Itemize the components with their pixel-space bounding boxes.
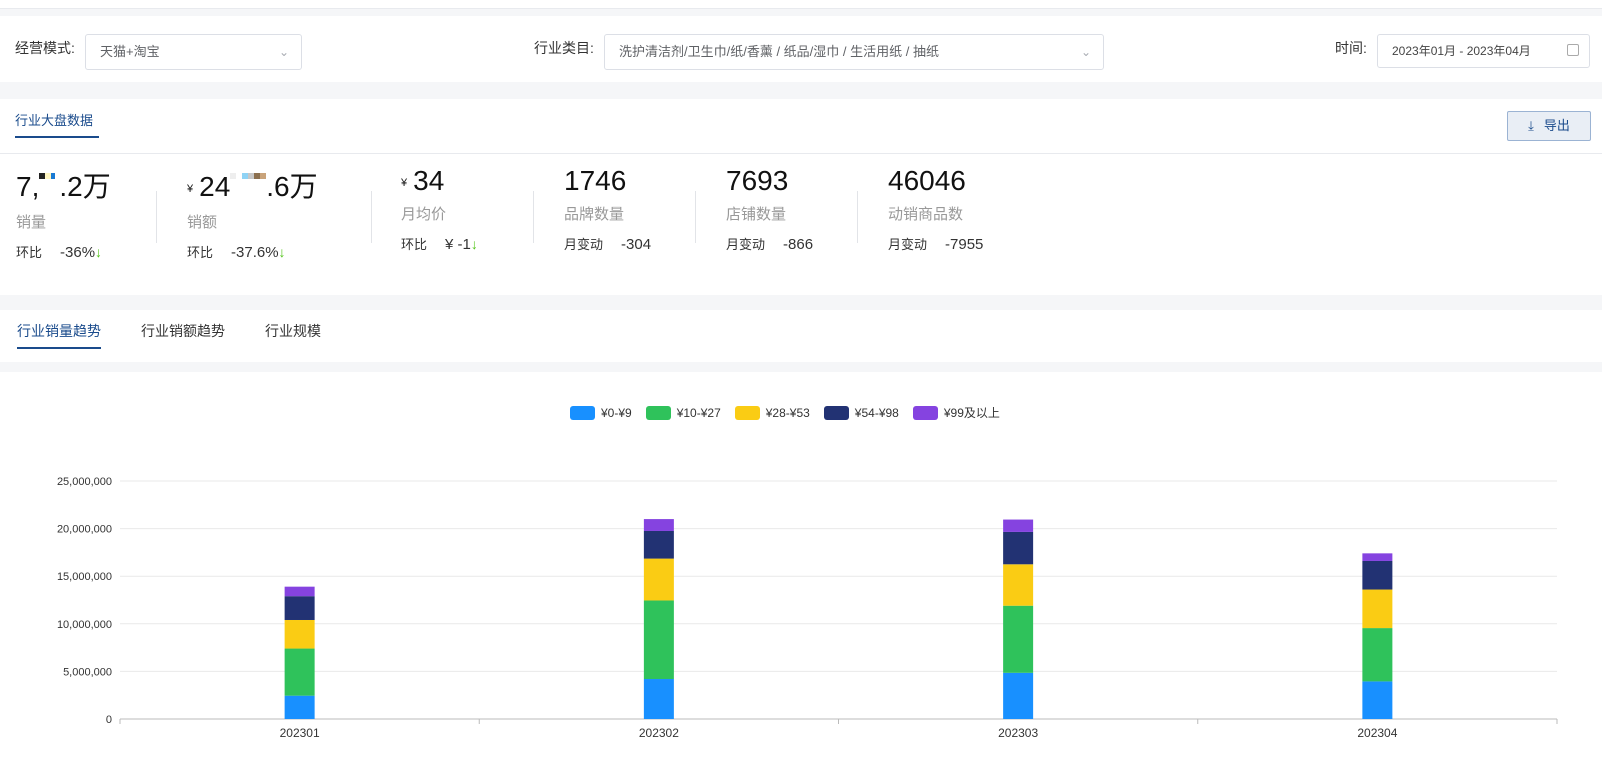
- tab-industry-scale[interactable]: 行业规模: [265, 321, 321, 341]
- stat-divider: [371, 191, 372, 243]
- arrow-down-icon: ↓: [278, 244, 286, 260]
- stat-avg-price: ¥34 月均价 环比 ¥ -1↓: [401, 165, 478, 253]
- stat-change: 月变动 -7955: [888, 236, 984, 253]
- legend-swatch: [570, 405, 595, 420]
- legend-item[interactable]: ¥99及以上: [912, 404, 1000, 421]
- stat-label: 店铺数量: [726, 206, 787, 223]
- date-range-value: 2023年01月 - 2023年04月: [1392, 44, 1531, 58]
- export-label: 导出: [1543, 118, 1570, 133]
- legend-swatch: [645, 405, 671, 420]
- chevron-down-icon: ⌄: [1080, 45, 1091, 59]
- stat-change: 环比 -37.6%↓: [187, 244, 286, 261]
- mode-label: 经营模式:: [15, 40, 75, 56]
- stat-value: ¥34: [401, 165, 445, 196]
- legend-item[interactable]: ¥0-¥9: [570, 404, 632, 421]
- stat-shop-count: 7693 店铺数量 月变动 -866: [726, 165, 813, 253]
- arrow-down-icon: ↓: [470, 236, 478, 252]
- stat-divider: [695, 191, 696, 243]
- stat-divider: [857, 191, 858, 243]
- trend-tabs-panel: [0, 310, 1602, 362]
- arrow-down-icon: ↓: [95, 244, 103, 260]
- stat-change: 月变动 -304: [564, 236, 652, 253]
- chart-legend: ¥0-¥9 ¥10-¥27 ¥28-¥53 ¥54-¥98 ¥99及以上: [570, 404, 1000, 421]
- stat-divider: [533, 191, 534, 243]
- export-button[interactable]: ⤓ 导出: [1507, 111, 1591, 141]
- stat-label: 销量: [16, 214, 47, 231]
- stat-change: 环比 -36%↓: [16, 244, 103, 261]
- masked-digits: [230, 172, 267, 205]
- stat-label: 动销商品数: [888, 206, 964, 223]
- stat-brand-count: 1746 品牌数量 月变动 -304: [564, 165, 651, 253]
- stat-change: 环比 ¥ -1↓: [401, 236, 478, 253]
- legend-item[interactable]: ¥54-¥98: [823, 404, 899, 421]
- category-label: 行业类目:: [534, 40, 594, 56]
- download-icon: ⤓: [1528, 118, 1534, 133]
- overview-divider: [0, 153, 1602, 154]
- calendar-icon: [1567, 44, 1579, 56]
- date-range-picker[interactable]: 2023年01月 - 2023年04月: [1377, 34, 1590, 68]
- legend-swatch: [912, 405, 938, 420]
- stat-value: 7, .2万: [16, 165, 111, 205]
- tab-sales-volume-trend[interactable]: 行业销量趋势: [17, 321, 101, 341]
- mode-select-value: 天猫+淘宝: [100, 44, 160, 59]
- stat-active-products: 46046 动销商品数 月变动 -7955: [888, 165, 983, 253]
- tab-industry-overview[interactable]: 行业大盘数据: [15, 110, 93, 129]
- stat-value: ¥24.6万: [187, 165, 318, 205]
- tab-sales-amount-trend[interactable]: 行业销额趋势: [141, 321, 225, 341]
- stat-label: 品牌数量: [564, 206, 625, 223]
- mode-select[interactable]: 天猫+淘宝 ⌄: [85, 34, 302, 70]
- stat-value: 1746: [564, 165, 627, 196]
- stat-sales-volume: 7, .2万 销量 环比 -36%↓: [16, 165, 111, 261]
- stat-value: 46046: [888, 165, 966, 196]
- tab-underline: [15, 136, 99, 138]
- legend-swatch: [823, 405, 849, 420]
- stat-divider: [156, 191, 157, 243]
- stat-label: 月均价: [401, 206, 447, 223]
- masked-digits: [39, 172, 60, 205]
- category-select[interactable]: 洗护清洁剂/卫生巾/纸/香薰 / 纸品/湿巾 / 生活用纸 / 抽纸 ⌄: [604, 34, 1104, 70]
- time-label: 时间:: [1335, 40, 1367, 56]
- legend-item[interactable]: ¥10-¥27: [645, 404, 721, 421]
- stat-sales-amount: ¥24.6万 销额 环比 -37.6%↓: [187, 165, 318, 261]
- tab-underline: [17, 347, 101, 349]
- category-select-value: 洗护清洁剂/卫生巾/纸/香薰 / 纸品/湿巾 / 生活用纸 / 抽纸: [619, 44, 939, 59]
- stat-value: 7693: [726, 165, 789, 196]
- stat-change: 月变动 -866: [726, 236, 814, 253]
- stat-label: 销额: [187, 214, 218, 231]
- top-divider: [0, 0, 1602, 9]
- chart-panel: [0, 372, 1602, 757]
- legend-swatch: [734, 405, 760, 420]
- chevron-down-icon: ⌄: [278, 45, 289, 59]
- legend-item[interactable]: ¥28-¥53: [734, 404, 810, 421]
